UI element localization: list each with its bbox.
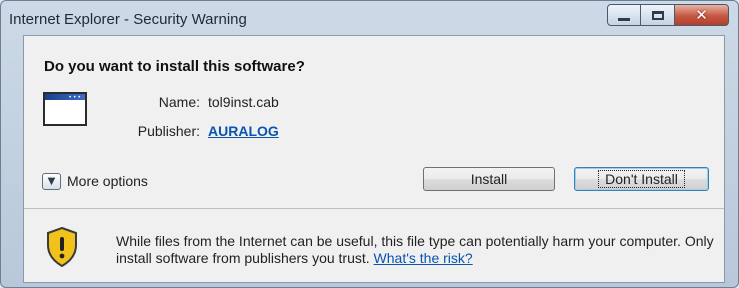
install-button-label: Install — [470, 171, 508, 187]
more-options-label[interactable]: More options — [67, 173, 148, 189]
dont-install-button[interactable]: Don't Install — [574, 167, 709, 191]
minimize-icon — [618, 17, 630, 21]
warning-message: While files from the Internet can be use… — [116, 233, 716, 267]
more-options-toggle[interactable]: ▼ — [42, 173, 61, 190]
dialog-body: Do you want to install this software? ••… — [23, 35, 725, 283]
minimize-button[interactable] — [607, 4, 641, 26]
name-value: tol9inst.cab — [208, 94, 279, 110]
dont-install-button-label: Don't Install — [598, 170, 685, 188]
maximize-icon — [651, 10, 664, 20]
close-icon: ✕ — [695, 5, 708, 24]
install-question: Do you want to install this software? — [44, 58, 305, 75]
publisher-link[interactable]: AURALOG — [208, 123, 279, 139]
publisher-label: Publisher: — [137, 123, 200, 139]
window-title: Internet Explorer - Security Warning — [9, 11, 247, 28]
chevron-down-icon: ▼ — [47, 176, 56, 187]
security-warning-window: Internet Explorer - Security Warning ✕ D… — [0, 0, 739, 288]
whats-the-risk-link[interactable]: What's the risk? — [374, 250, 473, 266]
close-button[interactable]: ✕ — [675, 4, 729, 26]
divider — [24, 208, 724, 209]
title-bar[interactable]: Internet Explorer - Security Warning ✕ — [1, 1, 738, 35]
window-controls: ✕ — [607, 4, 729, 28]
maximize-button[interactable] — [641, 4, 675, 26]
security-shield-warning-icon — [47, 227, 77, 267]
name-label: Name: — [158, 94, 200, 110]
application-window-icon: ••• — [43, 92, 87, 126]
install-button[interactable]: Install — [423, 167, 555, 191]
